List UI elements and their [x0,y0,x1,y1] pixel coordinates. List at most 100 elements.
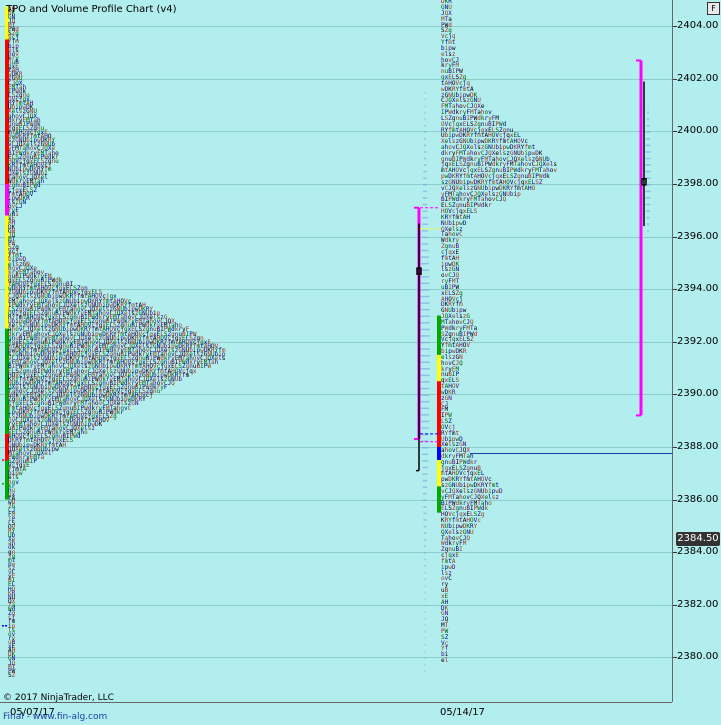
chart-window: AH DK GN JQ MT PWd SZg Vcj Yfm bip els hov kry nuB qxE… [0,0,721,725]
volume-bar [423,151,427,153]
plot-area[interactable]: AH DK GN JQ MT PWd SZg Vcj Yfm bip els hov kry nuB qxE… [0,0,673,703]
volume-bar [645,157,651,160]
volume-bar [421,420,429,423]
volume-bar [646,223,650,225]
volume-bar [647,236,649,239]
volume-bar [420,400,430,403]
y-tick-label: 2388.00 [677,441,719,452]
volume-bar [422,210,428,212]
volume-bar [645,164,651,166]
volume-bar [424,565,426,567]
volume-bar [424,131,426,133]
volume-bar [424,558,426,561]
volume-bar [424,552,426,554]
volume-bar [420,387,430,390]
tpo-row: SZ [8,671,16,679]
volume-bar [423,177,427,179]
volume-bar [647,230,649,232]
volume-bar [645,144,651,147]
volume-bar [424,98,426,101]
volume-bar [423,506,427,508]
volume-bar [422,473,428,475]
volume-bar [645,203,651,206]
volume-bar [420,407,430,410]
volume-bar [424,111,426,114]
volume-bar [646,216,650,219]
volume-bar [424,657,426,659]
volume-bar [422,223,428,225]
volume-bar [647,111,649,114]
volume-bar [424,644,426,646]
volume-bar [647,105,649,107]
volume-bar [420,315,430,318]
volume-bar [424,92,426,94]
volume-bar [423,532,427,534]
volume-bar [420,381,430,383]
volume-bar [420,335,430,337]
y-tick-label: 2392.00 [677,336,719,347]
volume-bar [646,124,650,127]
y-tick-label: 2390.00 [677,388,719,399]
volume-bar [423,512,427,515]
volume-bar [422,466,428,469]
volume-bar [420,276,430,278]
y-tick-label: 2394.00 [677,283,719,294]
volume-bar [424,585,426,587]
volume-bar [424,650,426,653]
y-tick-label: 2400.00 [677,125,719,136]
volume-bar [424,624,426,626]
volume-bar [420,374,430,377]
footer-url[interactable]: Final - www.fin-alg.com [3,712,107,722]
volume-bar [423,519,427,521]
volume-bar [646,131,650,133]
volume-bar [421,249,429,252]
volume-bar [422,486,428,488]
volume-bar [420,302,430,304]
volume-bar [424,124,426,127]
tpo-row: el [441,657,449,665]
volume-bar [423,492,427,495]
volume-bar [420,394,430,396]
volume-bar [421,427,429,429]
last-price-badge: 2384.50 [676,531,720,546]
volume-bar [420,354,430,357]
price-axis[interactable]: 2380.00 2382.00 2384.00 2386.00 2388.00 2390.… [673,0,721,702]
volume-bar [423,190,427,193]
volume-bar [420,269,430,271]
y-tick-label: 2402.00 [677,73,719,84]
volume-bar [421,236,429,239]
volume-bar [646,210,650,212]
y-tick-label: 2382.00 [677,599,719,610]
volume-bar [421,256,429,258]
volume-bar [424,105,426,107]
volume-bar [421,446,429,449]
y-tick-label: 2384.00 [677,546,719,557]
volume-bar [421,230,429,232]
volume-bar [424,663,426,666]
volume-bar [420,295,430,298]
volume-bar [424,591,426,594]
volume-bar [424,118,426,120]
y-tick-label: 2404.00 [677,20,719,31]
volume-bar [645,197,651,199]
volume-bar [420,282,430,285]
volume-bar [424,637,426,640]
y-tick-label: 2398.00 [677,178,719,189]
volume-bar [420,289,430,291]
volume-bar [424,670,426,672]
volume-bar [421,243,429,245]
volume-bar [424,598,426,600]
volume-bar [423,144,427,147]
volume-bar [645,151,651,153]
volume-bar [424,138,426,140]
volume-bar [420,361,430,364]
volume-bar [423,164,427,166]
volume-bar [645,190,651,193]
volume-bar [422,479,428,482]
volume-bar [421,453,429,456]
volume-bar [424,578,426,580]
f-button[interactable]: F [707,2,720,15]
volume-bar [423,170,427,173]
chart-title: TPO and Volume Profile Chart (v4) [6,4,177,15]
volume-bar [423,157,427,160]
